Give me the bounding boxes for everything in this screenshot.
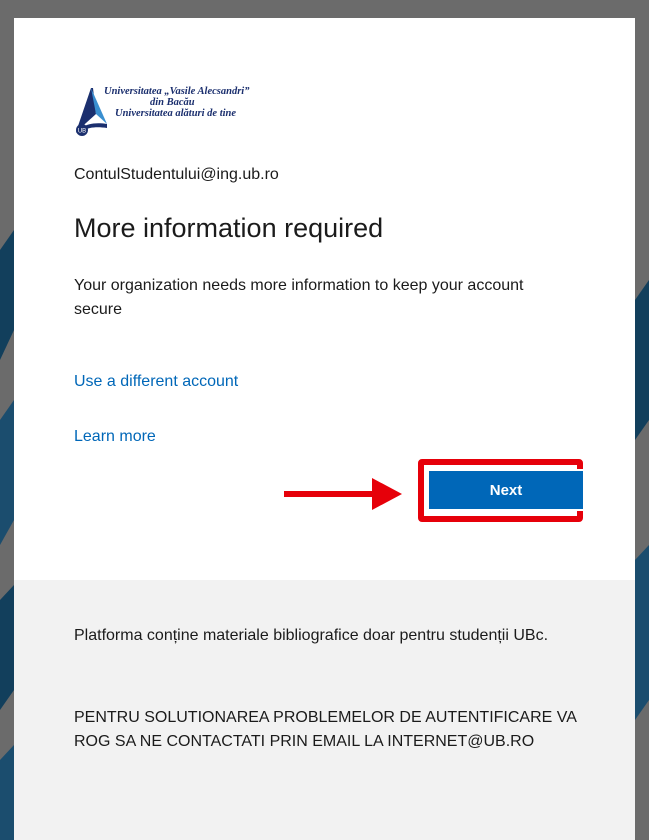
- logo-line-2: din Bacău: [150, 97, 195, 108]
- learn-more-link[interactable]: Learn more: [74, 428, 156, 446]
- use-different-account-link[interactable]: Use a different account: [74, 373, 238, 391]
- logo-line-3: Universitatea alături de tine: [115, 108, 237, 119]
- logo-line-1: Universitatea „Vasile Alecsandri”: [104, 86, 250, 97]
- university-logo: UB Universitatea „Vasile Alecsandri” din…: [74, 84, 344, 136]
- sign-in-card: UB Universitatea „Vasile Alecsandri” din…: [14, 18, 635, 840]
- arrow-right-icon: [284, 478, 402, 510]
- university-logo-icon: UB: [76, 88, 107, 136]
- description-text: Your organization needs more information…: [74, 277, 524, 318]
- page-title: More information required: [74, 213, 384, 243]
- footer-panel: Platforma conține materiale bibliografic…: [14, 580, 635, 840]
- support-contact-note: PENTRU SOLUTIONAREA PROBLEMELOR DE AUTEN…: [74, 709, 577, 750]
- logo-badge-text: UB: [78, 129, 86, 135]
- logo-wordmark: Universitatea „Vasile Alecsandri” din Ba…: [104, 86, 344, 119]
- account-email: ContulStudentului@ing.ub.ro: [74, 166, 279, 183]
- footer-note: Platforma conține materiale bibliografic…: [74, 627, 549, 644]
- next-button[interactable]: Next: [427, 469, 585, 511]
